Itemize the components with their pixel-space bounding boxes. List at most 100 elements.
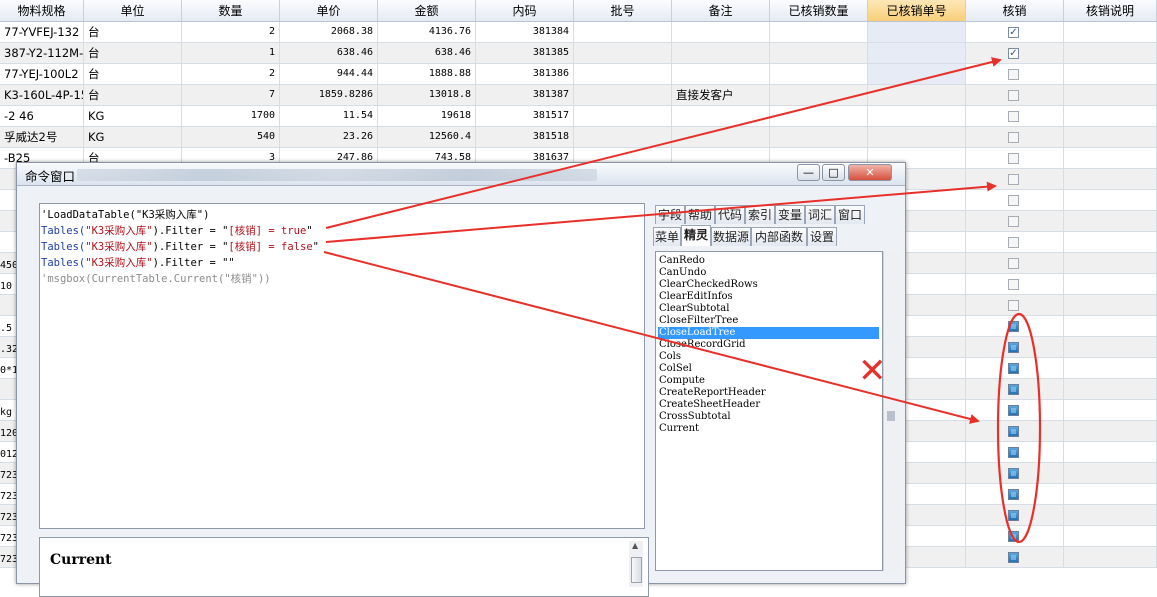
table-cell[interactable]: K3-160L-4P-15 bbox=[0, 85, 84, 106]
member-list[interactable]: CanRedo CanUndo ClearCheckedRows ClearEditI… bbox=[655, 251, 883, 571]
verify-checkbox-indeterminate[interactable] bbox=[1008, 531, 1019, 542]
table-cell[interactable] bbox=[574, 22, 672, 43]
code-line[interactable]: Tables("K3采购入库").Filter = "" bbox=[41, 255, 235, 271]
tab-2[interactable]: 代码 bbox=[715, 205, 745, 224]
verify-checkbox-indeterminate[interactable] bbox=[1008, 468, 1019, 479]
table-cell[interactable]: 381518 bbox=[476, 127, 574, 148]
table-cell[interactable]: 4136.76 bbox=[378, 22, 476, 43]
table-row[interactable]: 孚威达2号 KG 540 23.26 12560.4 381518 bbox=[0, 127, 1157, 148]
table-cell[interactable] bbox=[1064, 253, 1157, 274]
table-cell[interactable] bbox=[868, 22, 966, 43]
table-cell[interactable] bbox=[672, 43, 770, 64]
table-cell[interactable]: 13018.8 bbox=[378, 85, 476, 106]
table-cell[interactable] bbox=[1064, 43, 1157, 64]
verify-checkbox[interactable] bbox=[1008, 279, 1019, 290]
table-cell[interactable] bbox=[770, 64, 868, 85]
table-cell[interactable] bbox=[1064, 106, 1157, 127]
table-cell[interactable] bbox=[1064, 547, 1157, 568]
verify-checkbox[interactable] bbox=[1008, 300, 1019, 311]
table-cell[interactable] bbox=[672, 127, 770, 148]
table-cell[interactable]: 77-YVFEJ-132 bbox=[0, 22, 84, 43]
verify-checkbox-indeterminate[interactable] bbox=[1008, 405, 1019, 416]
table-cell[interactable] bbox=[1064, 169, 1157, 190]
verify-checkbox-indeterminate[interactable] bbox=[1008, 363, 1019, 374]
tab-5[interactable]: 词汇 bbox=[805, 205, 835, 224]
verify-checkbox[interactable] bbox=[1008, 216, 1019, 227]
table-cell[interactable]: 387-Y2-112M-4 bbox=[0, 43, 84, 64]
table-cell[interactable] bbox=[770, 22, 868, 43]
table-cell[interactable]: 381384 bbox=[476, 22, 574, 43]
code-line[interactable]: Tables("K3采购入库").Filter = "[核销] = false" bbox=[41, 239, 319, 255]
table-cell[interactable] bbox=[1064, 337, 1157, 358]
table-cell[interactable]: 直接发客户 bbox=[672, 85, 770, 106]
table-cell[interactable] bbox=[1064, 190, 1157, 211]
list-item[interactable]: CanUndo bbox=[658, 267, 879, 279]
code-editor[interactable]: 'LoadDataTable("K3采购入库") Tables("K3采购入库")… bbox=[39, 203, 645, 529]
tab-0[interactable]: 菜单 bbox=[653, 227, 681, 246]
table-cell[interactable] bbox=[1064, 484, 1157, 505]
table-cell[interactable] bbox=[868, 64, 966, 85]
table-cell[interactable] bbox=[1064, 22, 1157, 43]
list-item[interactable]: ColSel bbox=[658, 363, 879, 375]
table-cell[interactable] bbox=[1064, 232, 1157, 253]
table-cell[interactable]: 381517 bbox=[476, 106, 574, 127]
verify-checkbox-indeterminate[interactable] bbox=[1008, 447, 1019, 458]
verify-checkbox-indeterminate[interactable] bbox=[1008, 384, 1019, 395]
table-cell[interactable]: 7 bbox=[182, 85, 280, 106]
list-item[interactable]: Compute bbox=[658, 375, 879, 387]
scroll-thumb[interactable] bbox=[631, 557, 642, 583]
table-cell[interactable] bbox=[868, 85, 966, 106]
list-item[interactable]: CloseLoadTree bbox=[658, 327, 879, 339]
help-scrollbar[interactable]: ▲ bbox=[629, 541, 643, 587]
col-header-spec[interactable]: 物料规格 bbox=[0, 0, 84, 22]
table-cell[interactable] bbox=[1064, 379, 1157, 400]
col-header-note[interactable]: 备注 bbox=[672, 0, 770, 22]
verify-checkbox[interactable] bbox=[1008, 237, 1019, 248]
table-cell[interactable] bbox=[1064, 127, 1157, 148]
verify-checkbox-checked[interactable]: ✓ bbox=[1008, 27, 1019, 38]
table-cell[interactable]: KG bbox=[84, 106, 182, 127]
tab-3[interactable]: 内部函数 bbox=[751, 227, 807, 246]
table-cell[interactable]: 1888.88 bbox=[378, 64, 476, 85]
table-cell[interactable] bbox=[1064, 64, 1157, 85]
table-row[interactable]: K3-160L-4P-15 台 7 1859.8286 13018.8 381387 直接发… bbox=[0, 85, 1157, 106]
table-cell[interactable]: 1 bbox=[182, 43, 280, 64]
table-cell[interactable]: -2 46 bbox=[0, 106, 84, 127]
table-cell[interactable]: 孚威达2号 bbox=[0, 127, 84, 148]
table-row[interactable]: -2 46 KG 1700 11.54 19618 381517 bbox=[0, 106, 1157, 127]
table-cell[interactable] bbox=[1064, 211, 1157, 232]
table-cell[interactable] bbox=[770, 106, 868, 127]
table-cell[interactable] bbox=[868, 43, 966, 64]
list-item[interactable]: CreateReportHeader bbox=[658, 387, 879, 399]
table-cell[interactable]: 23.26 bbox=[280, 127, 378, 148]
list-item[interactable]: CrossSubtotal bbox=[658, 411, 879, 423]
table-cell[interactable] bbox=[770, 85, 868, 106]
table-cell[interactable] bbox=[574, 64, 672, 85]
table-cell[interactable]: 2 bbox=[182, 22, 280, 43]
col-header-verified-qty[interactable]: 已核销数量 bbox=[770, 0, 868, 22]
table-cell[interactable]: 12560.4 bbox=[378, 127, 476, 148]
table-cell[interactable]: KG bbox=[84, 127, 182, 148]
table-cell[interactable]: 1859.8286 bbox=[280, 85, 378, 106]
table-cell[interactable]: 2068.38 bbox=[280, 22, 378, 43]
table-cell[interactable] bbox=[672, 64, 770, 85]
table-cell[interactable]: 77-YEJ-100L2 bbox=[0, 64, 84, 85]
table-cell[interactable] bbox=[672, 106, 770, 127]
verify-checkbox-indeterminate[interactable] bbox=[1008, 552, 1019, 563]
col-header-verify-note[interactable]: 核销说明 bbox=[1064, 0, 1157, 22]
verify-checkbox[interactable] bbox=[1008, 174, 1019, 185]
table-cell[interactable]: 381385 bbox=[476, 43, 574, 64]
list-item[interactable]: CreateSheetHeader bbox=[658, 399, 879, 411]
col-header-verified-no[interactable]: 已核销单号 bbox=[868, 0, 966, 22]
tab-0[interactable]: 字段 bbox=[655, 205, 685, 224]
tab-1[interactable]: 帮助 bbox=[685, 205, 715, 224]
table-cell[interactable]: 2 bbox=[182, 64, 280, 85]
list-item[interactable]: CanRedo bbox=[658, 255, 879, 267]
title-bar[interactable]: 命令窗口 — □ ✕ bbox=[17, 163, 905, 186]
restore-button[interactable]: □ bbox=[822, 164, 845, 181]
table-cell[interactable] bbox=[770, 43, 868, 64]
table-cell[interactable]: 台 bbox=[84, 43, 182, 64]
table-cell[interactable] bbox=[574, 43, 672, 64]
table-cell[interactable] bbox=[574, 127, 672, 148]
table-cell[interactable] bbox=[868, 127, 966, 148]
